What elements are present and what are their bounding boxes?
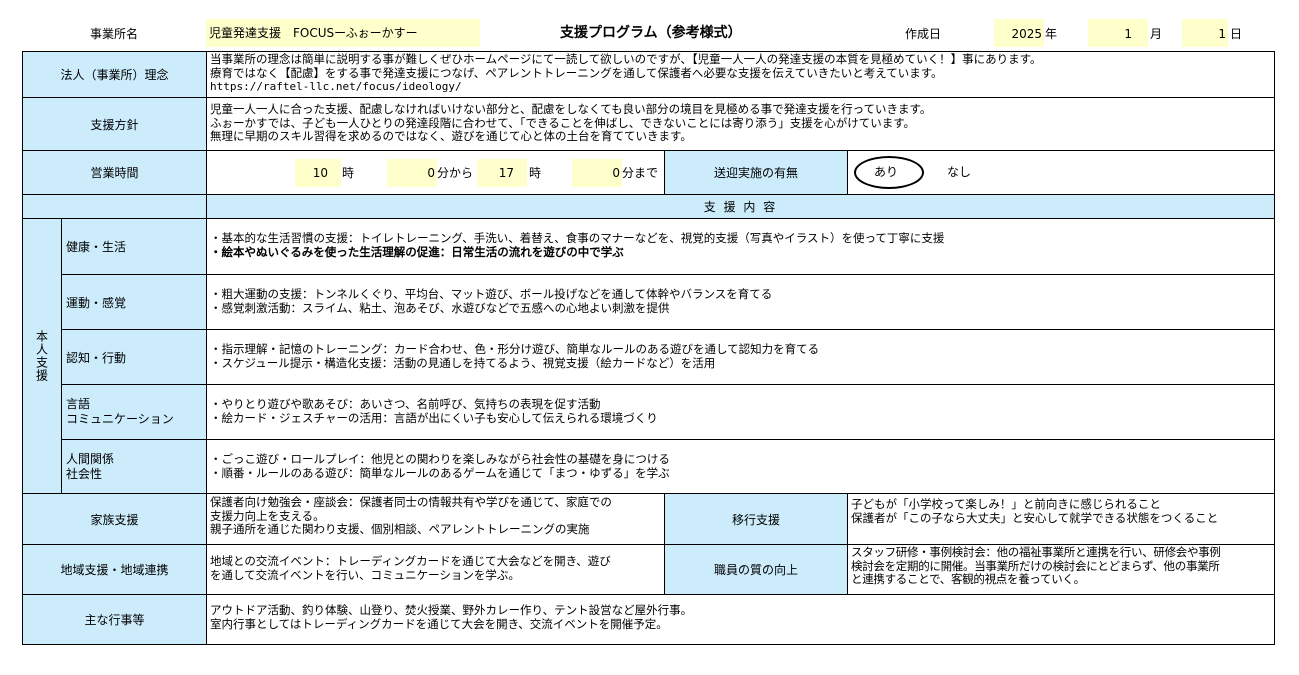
- transport-label: 送迎実施の有無: [664, 150, 848, 195]
- main-events-line: アウトドア活動、釣り体験、山登り、焚火授業、野外カレー作り、テント設営など屋外行…: [210, 603, 693, 617]
- philosophy-url-link[interactable]: https://raftel-llc.net/focus/ideology/: [210, 80, 1271, 94]
- day-field[interactable]: 1: [1182, 19, 1228, 47]
- policy-line: ふぉーかすでは、子ども一人ひとりの発達段階に合わせて、「できることを伸ばし、でき…: [210, 115, 916, 130]
- document-title: 支援プログラム（参考様式）: [560, 25, 742, 41]
- month-field[interactable]: 1: [1088, 19, 1148, 47]
- start-hour-value: 10: [312, 166, 328, 180]
- start-min-field[interactable]: 0: [387, 159, 437, 187]
- transport-option-yes[interactable]: あり: [874, 164, 898, 180]
- business-hours-content: 10 時 0 分から 17 時 0 分まで: [206, 150, 665, 195]
- policy-line: 児童一人一人に合った支援、配慮しなければいけない部分と、配慮をしなくても良い部分…: [210, 102, 932, 116]
- language-communication-line: ・やりとり遊びや歌あそび：あいさつ、名前呼び、気持ちの表現を促す活動: [210, 397, 601, 411]
- policy-line: 無理に早期のスキル習得を求めるのではなく、遊びを通じて心と体の土台を育てていきま…: [210, 129, 692, 143]
- end-hour-value: 17: [498, 166, 514, 180]
- main-events-label: 主な行事等: [22, 594, 207, 645]
- start-hour-unit: 時: [342, 166, 355, 180]
- until-unit: 分まで: [622, 166, 659, 180]
- family-support-content: 保護者向け勉強会・座談会：保護者同士の情報共有や学びを通じて、家庭での 支援力向…: [206, 493, 665, 545]
- health-life-label: 健康・生活: [61, 218, 207, 275]
- family-support-line: 支援力向上を支える。: [210, 508, 325, 523]
- office-name-value[interactable]: 児童発達支援 FOCUSーふぉーかすー: [206, 19, 480, 47]
- motor-sensory-line: ・感覚刺激活動：スライム、粘土、泡あそび、水遊びなどで五感への心地よい刺激を提供: [210, 300, 670, 315]
- end-hour-unit: 時: [529, 166, 542, 180]
- staff-quality-label: 職員の質の向上: [664, 544, 848, 595]
- end-hour-field[interactable]: 17: [477, 159, 527, 187]
- philosophy-line: 療育ではなく【配慮】をする事で発達支援につなげ、ペアレントトレーニングを通して保…: [210, 65, 943, 80]
- community-support-line: を通して交流イベントを行い、コミュニケーションを学ぶ。: [210, 567, 520, 582]
- year-unit: 年: [1045, 27, 1058, 41]
- individual-support-label: 本人支援: [22, 218, 62, 494]
- social-relations-label: 人間関係 社会性: [61, 439, 207, 494]
- cognition-behavior-line: ・指示理解・記憶のトレーニング：カード合わせ、色・形分け遊び、簡単なルールのある…: [210, 342, 820, 356]
- motor-sensory-content: ・粗大運動の支援：トンネルくぐり、平均台、マット遊び、ボール投げなどを通して体幹…: [206, 274, 1275, 330]
- office-name-label: 事業所名: [90, 27, 139, 41]
- family-support-line: 保護者向け勉強会・座談会：保護者同士の情報共有や学びを通じて、家庭での: [210, 495, 612, 509]
- community-support-line: 地域との交流イベント：トレーディングカードを通じて大会などを開き、遊び: [210, 554, 611, 568]
- transition-support-label: 移行支援: [664, 493, 848, 545]
- social-relations-line: ・ごっこ遊び・ロールプレイ：他児との関わりを楽しみながら社会性の基礎を身につける: [210, 452, 670, 466]
- cognition-behavior-label: 認知・行動: [61, 329, 207, 385]
- staff-quality-line: 検討会を定期的に開催。当事業所だけの検討会にとどまらず、他の事業所: [851, 558, 1220, 573]
- language-communication-line: ・絵カード・ジェスチャーの活用：言語が出にくい子も安心して伝えられる環境づくり: [210, 410, 658, 425]
- support-contents-header: 支 援 内 容: [206, 194, 1275, 219]
- year-field[interactable]: 2025: [994, 19, 1044, 47]
- day-unit: 日: [1230, 27, 1243, 41]
- social-relations-line: ・順番・ルールのある遊び：簡単なルールのあるゲームを通じて「まつ・ゆずる」を学ぶ: [210, 465, 670, 480]
- end-min-field[interactable]: 0: [572, 159, 622, 187]
- end-min-value: 0: [612, 166, 620, 180]
- from-unit: 分から: [437, 166, 474, 180]
- created-date-label: 作成日: [905, 27, 942, 41]
- support-header-left: [22, 194, 207, 219]
- day-value: 1: [1218, 27, 1226, 41]
- month-value: 1: [1124, 27, 1132, 41]
- staff-quality-content: スタッフ研修・事例検討会：他の福祉事業所と連携を行い、研修会や事例 検討会を定期…: [847, 544, 1275, 595]
- policy-label: 支援方針: [22, 97, 207, 151]
- year-value: 2025: [1011, 27, 1042, 41]
- policy-content: 児童一人一人に合った支援、配慮しなければいけない部分と、配慮をしなくても良い部分…: [206, 97, 1275, 151]
- philosophy-label: 法人（事業所）理念: [22, 51, 207, 98]
- language-communication-content: ・やりとり遊びや歌あそび：あいさつ、名前呼び、気持ちの表現を促す活動 ・絵カード…: [206, 384, 1275, 440]
- business-hours-label: 営業時間: [22, 150, 207, 195]
- language-communication-label: 言語 コミュニケーション: [61, 384, 207, 440]
- start-min-value: 0: [427, 166, 435, 180]
- transition-support-line: 子どもが「小学校って楽しみ！」と前向きに感じられること: [851, 497, 1161, 511]
- transport-options: あり なし: [847, 150, 1275, 195]
- transport-option-no[interactable]: なし: [947, 164, 971, 180]
- health-life-line: ・基本的な生活習慣の支援：トイレトレーニング、手洗い、着替え、食事のマナーなどを…: [210, 231, 945, 245]
- staff-quality-line: スタッフ研修・事例検討会：他の福祉事業所と連携を行い、研修会や事例: [851, 545, 1221, 559]
- family-support-line: 親子通所を通じた関わり支援、個別相談、ペアレントトレーニングの実施: [210, 522, 590, 536]
- start-hour-field[interactable]: 10: [295, 159, 341, 187]
- health-life-line: ・絵本やぬいぐるみを使った生活理解の促進：日常生活の流れを遊びの中で学ぶ: [210, 244, 624, 259]
- philosophy-content: 当事業所の理念は簡単に説明する事が難しくぜひホームページにて一読して欲しいのです…: [206, 51, 1275, 98]
- social-relations-content: ・ごっこ遊び・ロールプレイ：他児との関わりを楽しみながら社会性の基礎を身につける…: [206, 439, 1275, 494]
- motor-sensory-label: 運動・感覚: [61, 274, 207, 330]
- main-events-line: 室内行事としてはトレーディングカードを通じて大会を開き、交流イベントを開催予定。: [210, 616, 668, 631]
- philosophy-line: 当事業所の理念は簡単に説明する事が難しくぜひホームページにて一読して欲しいのです…: [210, 52, 1042, 66]
- cognition-behavior-content: ・指示理解・記憶のトレーニング：カード合わせ、色・形分け遊び、簡単なルールのある…: [206, 329, 1275, 385]
- cognition-behavior-line: ・スケジュール提示・構造化支援：活動の見通しを持てるよう、視覚支援（絵カードなど…: [210, 355, 716, 370]
- health-life-content: ・基本的な生活習慣の支援：トイレトレーニング、手洗い、着替え、食事のマナーなどを…: [206, 218, 1275, 275]
- motor-sensory-line: ・粗大運動の支援：トンネルくぐり、平均台、マット遊び、ボール投げなどを通して体幹…: [210, 287, 773, 301]
- community-support-content: 地域との交流イベント：トレーディングカードを通じて大会などを開き、遊び を通して…: [206, 544, 665, 595]
- staff-quality-line: と連携することで、客観的視点を養っていく。: [851, 572, 1085, 586]
- month-unit: 月: [1150, 27, 1163, 41]
- family-support-label: 家族支援: [22, 493, 207, 545]
- main-events-content: アウトドア活動、釣り体験、山登り、焚火授業、野外カレー作り、テント設営など屋外行…: [206, 594, 1275, 645]
- transition-support-line: 保護者が「この子なら大丈夫」と安心して就学できる状態をつくること: [851, 510, 1219, 525]
- community-support-label: 地域支援・地域連携: [22, 544, 207, 595]
- transition-support-content: 子どもが「小学校って楽しみ！」と前向きに感じられること 保護者が「この子なら大丈…: [847, 493, 1275, 545]
